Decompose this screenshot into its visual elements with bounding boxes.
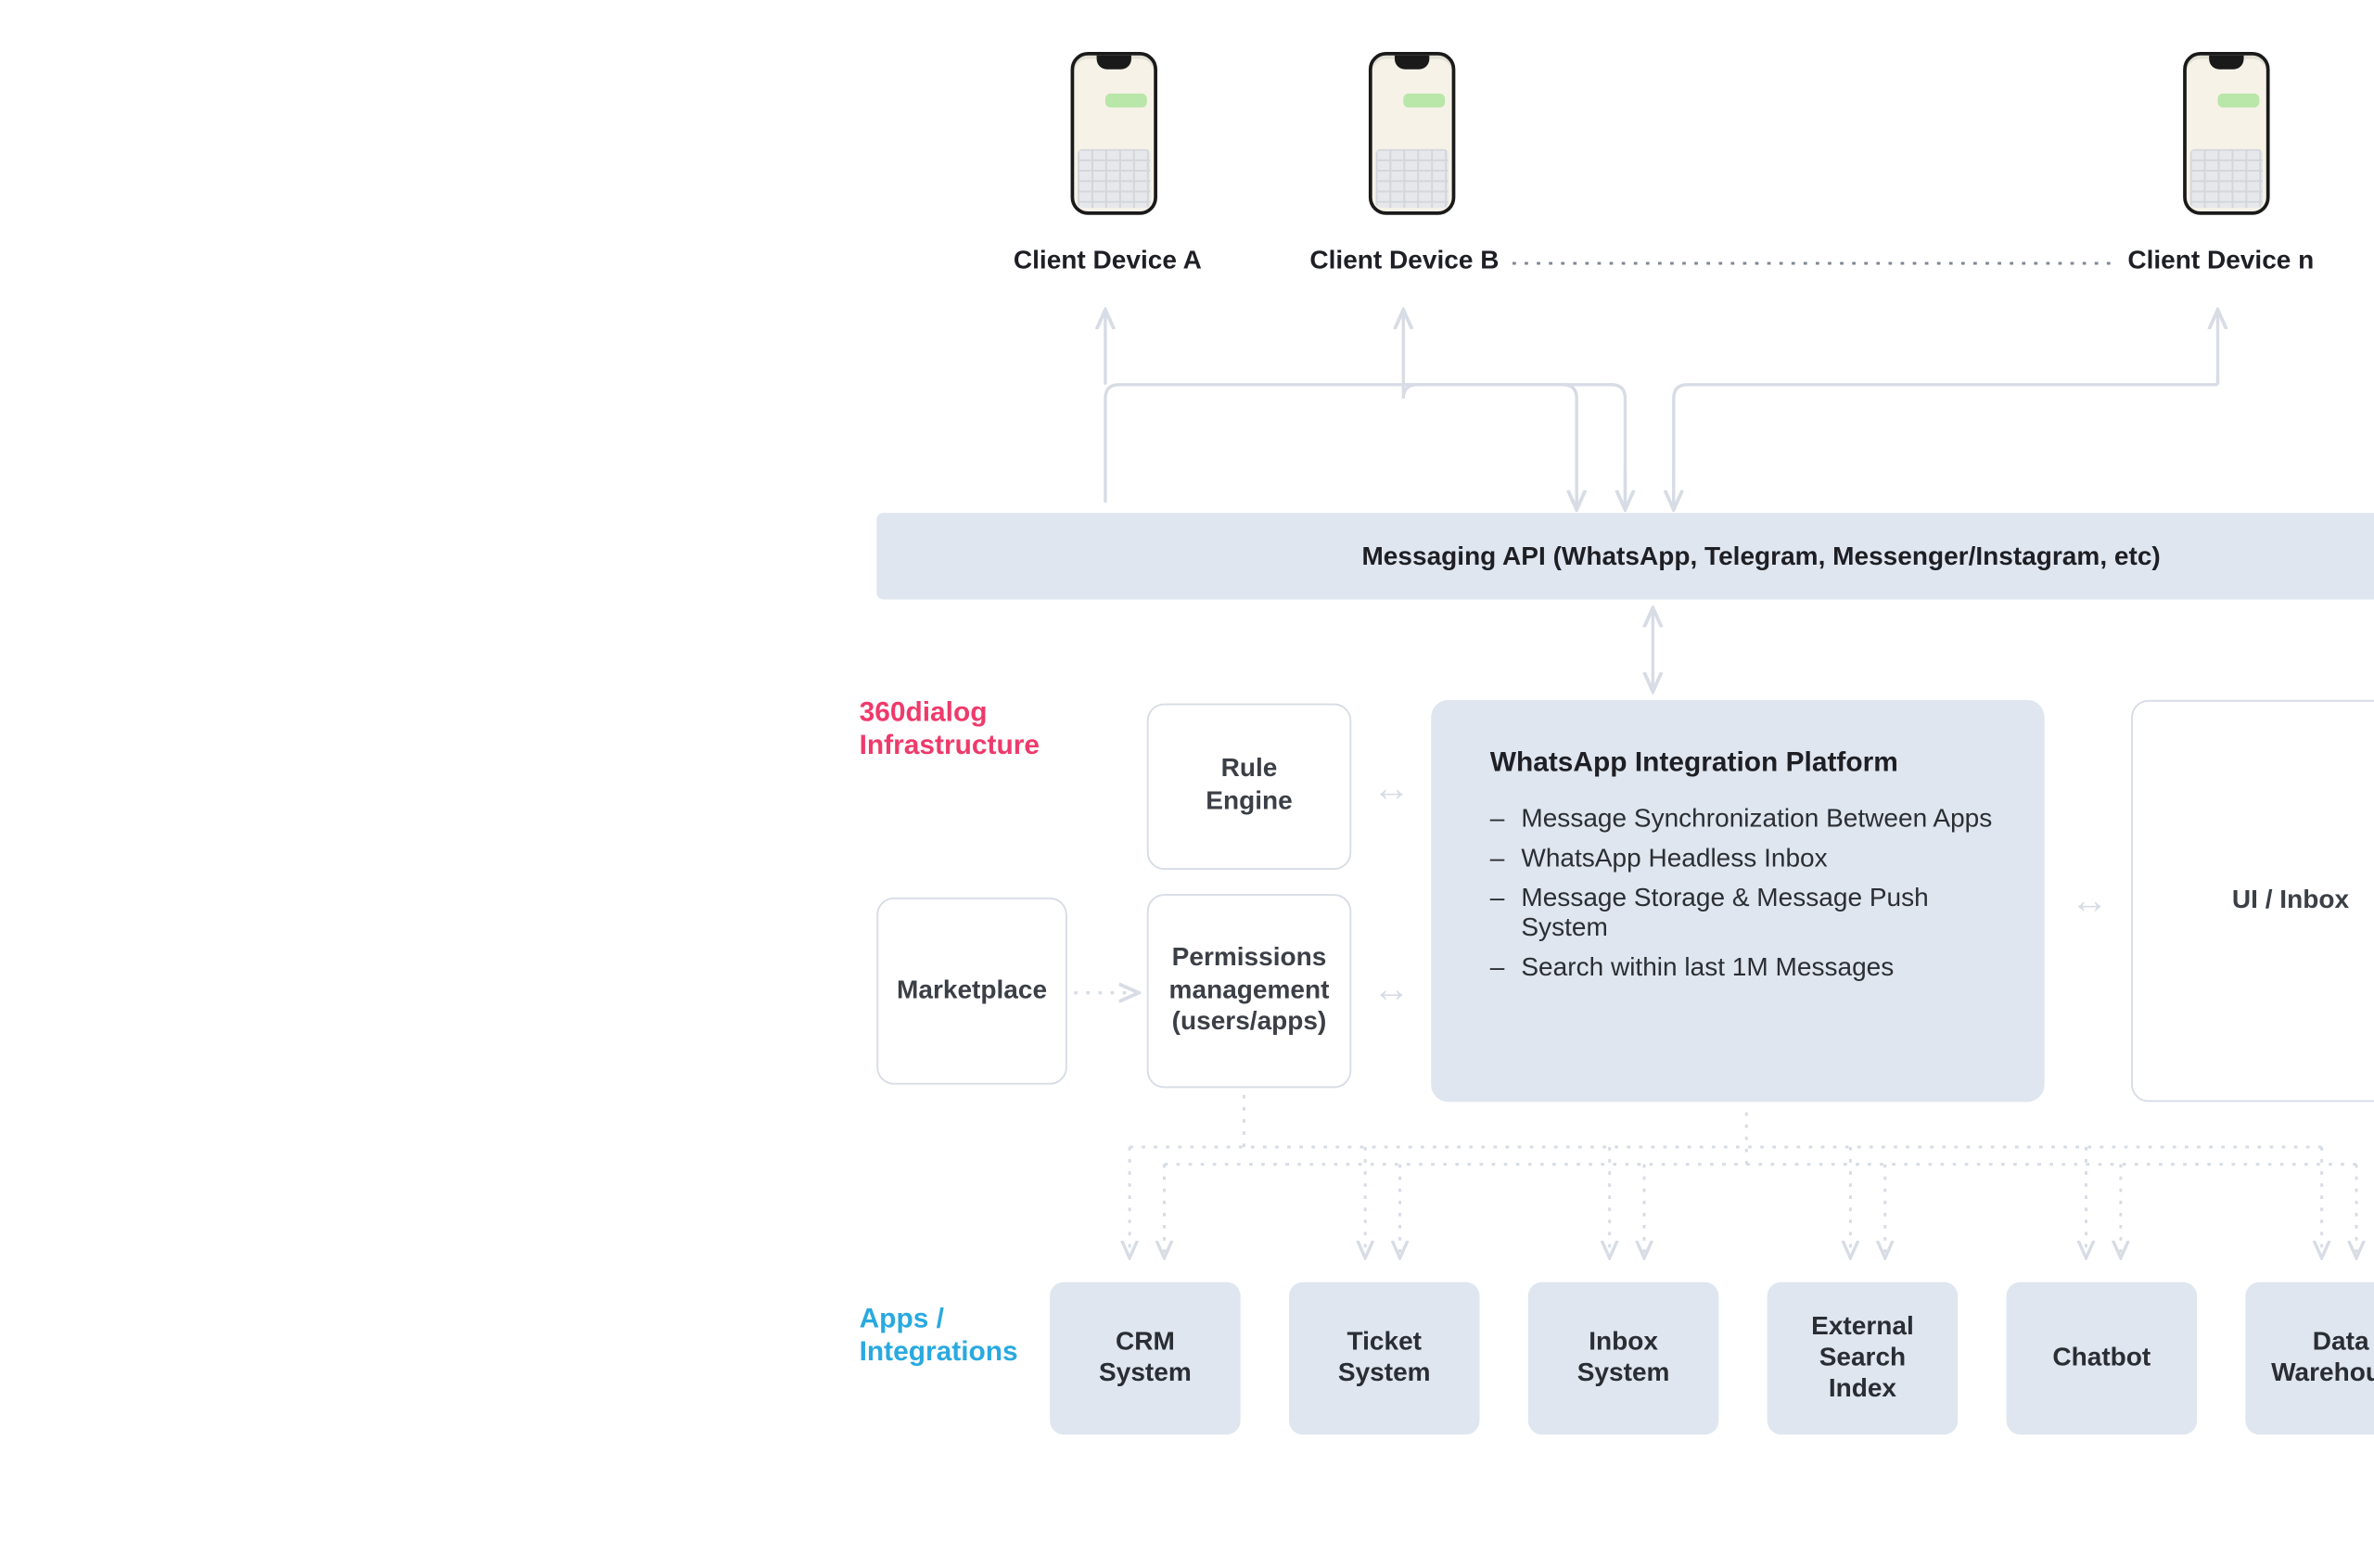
architecture-diagram: Client Device A Client Device B Client D… (551, 0, 2374, 1568)
permissions-management-box: Permissions management (users/apps) (1147, 894, 1351, 1088)
client-device-a-label: Client Device A (1014, 246, 1202, 275)
bi-arrow-icon: ↔ (1372, 766, 1410, 811)
messaging-api-bar: Messaging API (WhatsApp, Telegram, Messe… (877, 513, 2374, 599)
bi-arrow-icon: ↔ (1372, 967, 1410, 1013)
rule-engine-box: Rule Engine (1147, 704, 1351, 870)
bi-arrow-icon: ↔ (2071, 878, 2109, 924)
client-device-b-label: Client Device B (1310, 246, 1500, 275)
messaging-api-label: Messaging API (WhatsApp, Telegram, Messe… (1362, 542, 2161, 571)
app-inbox-system: InboxSystem (1528, 1282, 1719, 1434)
app-chatbot: Chatbot (2007, 1282, 2198, 1434)
client-device-a-icon (1071, 52, 1157, 215)
wip-item: Message Synchronization Between Apps (1490, 804, 1993, 834)
section-360dialog-infra: 360dialog Infrastructure (860, 696, 1040, 763)
app-ticket-system: TicketSystem (1289, 1282, 1480, 1434)
app-crm-system: CRMSystem (1051, 1282, 1242, 1434)
wip-title: WhatsApp Integration Platform (1490, 748, 1993, 780)
section-apps-integrations: Apps / Integrations (860, 1303, 1018, 1370)
wip-item: WhatsApp Headless Inbox (1490, 844, 1993, 873)
app-external-search-index: ExternalSearchIndex (1768, 1282, 1959, 1434)
wip-item: Search within last 1M Messages (1490, 953, 1993, 983)
marketplace-box: Marketplace (877, 898, 1068, 1085)
ui-inbox-box: UI / Inbox (2132, 700, 2374, 1102)
client-device-n-label: Client Device n (2128, 246, 2315, 275)
wip-feature-list: Message Synchronization Between Apps Wha… (1490, 804, 1993, 982)
app-data-warehouse: DataWarehouse (2246, 1282, 2374, 1434)
client-device-b-icon (1369, 52, 1455, 215)
client-device-n-icon (2184, 52, 2270, 215)
wip-item: Message Storage & Message Push System (1490, 884, 1993, 943)
whatsapp-integration-platform-box: WhatsApp Integration Platform Message Sy… (1432, 700, 2045, 1102)
